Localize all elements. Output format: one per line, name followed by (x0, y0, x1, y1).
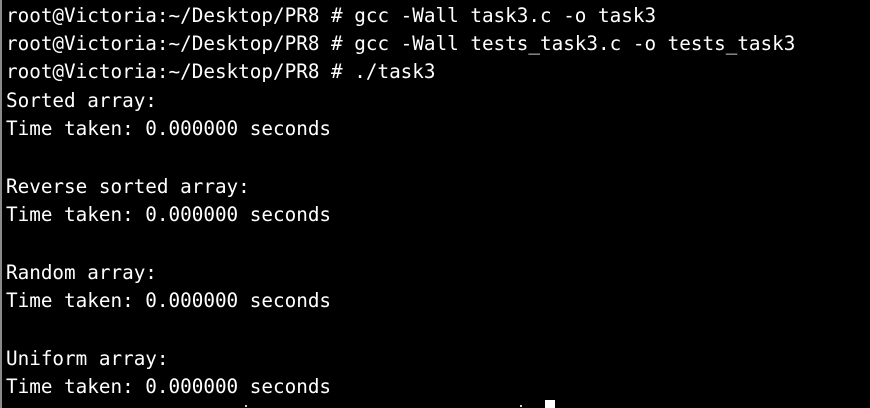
terminal-line-output: Time taken: 0.000000 seconds (6, 289, 332, 312)
terminal-line-output: Uniform array: (6, 347, 169, 370)
terminal-line-output: Time taken: 0.000000 seconds (6, 117, 332, 140)
terminal-line-command-1: root@Victoria:~/Desktop/PR8 # gcc -Wall … (6, 4, 657, 27)
terminal-line-command-3: root@Victoria:~/Desktop/PR8 # ./task3 (6, 60, 436, 83)
terminal-window[interactable]: root@Victoria:~/Desktop/PR8 # gcc -Wall … (0, 0, 870, 408)
artifact-dot (520, 405, 522, 407)
terminal-line-output: Random array: (6, 261, 157, 284)
artifact-dot (245, 405, 247, 407)
terminal-line-output: Time taken: 0.000000 seconds (6, 203, 332, 226)
terminal-cursor (545, 400, 555, 408)
terminal-line-output: Reverse sorted array: (6, 175, 250, 198)
terminal-line-command-2: root@Victoria:~/Desktop/PR8 # gcc -Wall … (6, 32, 796, 55)
terminal-line-output: Time taken: 0.000000 seconds (6, 375, 332, 398)
terminal-line-output: Sorted array: (6, 89, 157, 112)
